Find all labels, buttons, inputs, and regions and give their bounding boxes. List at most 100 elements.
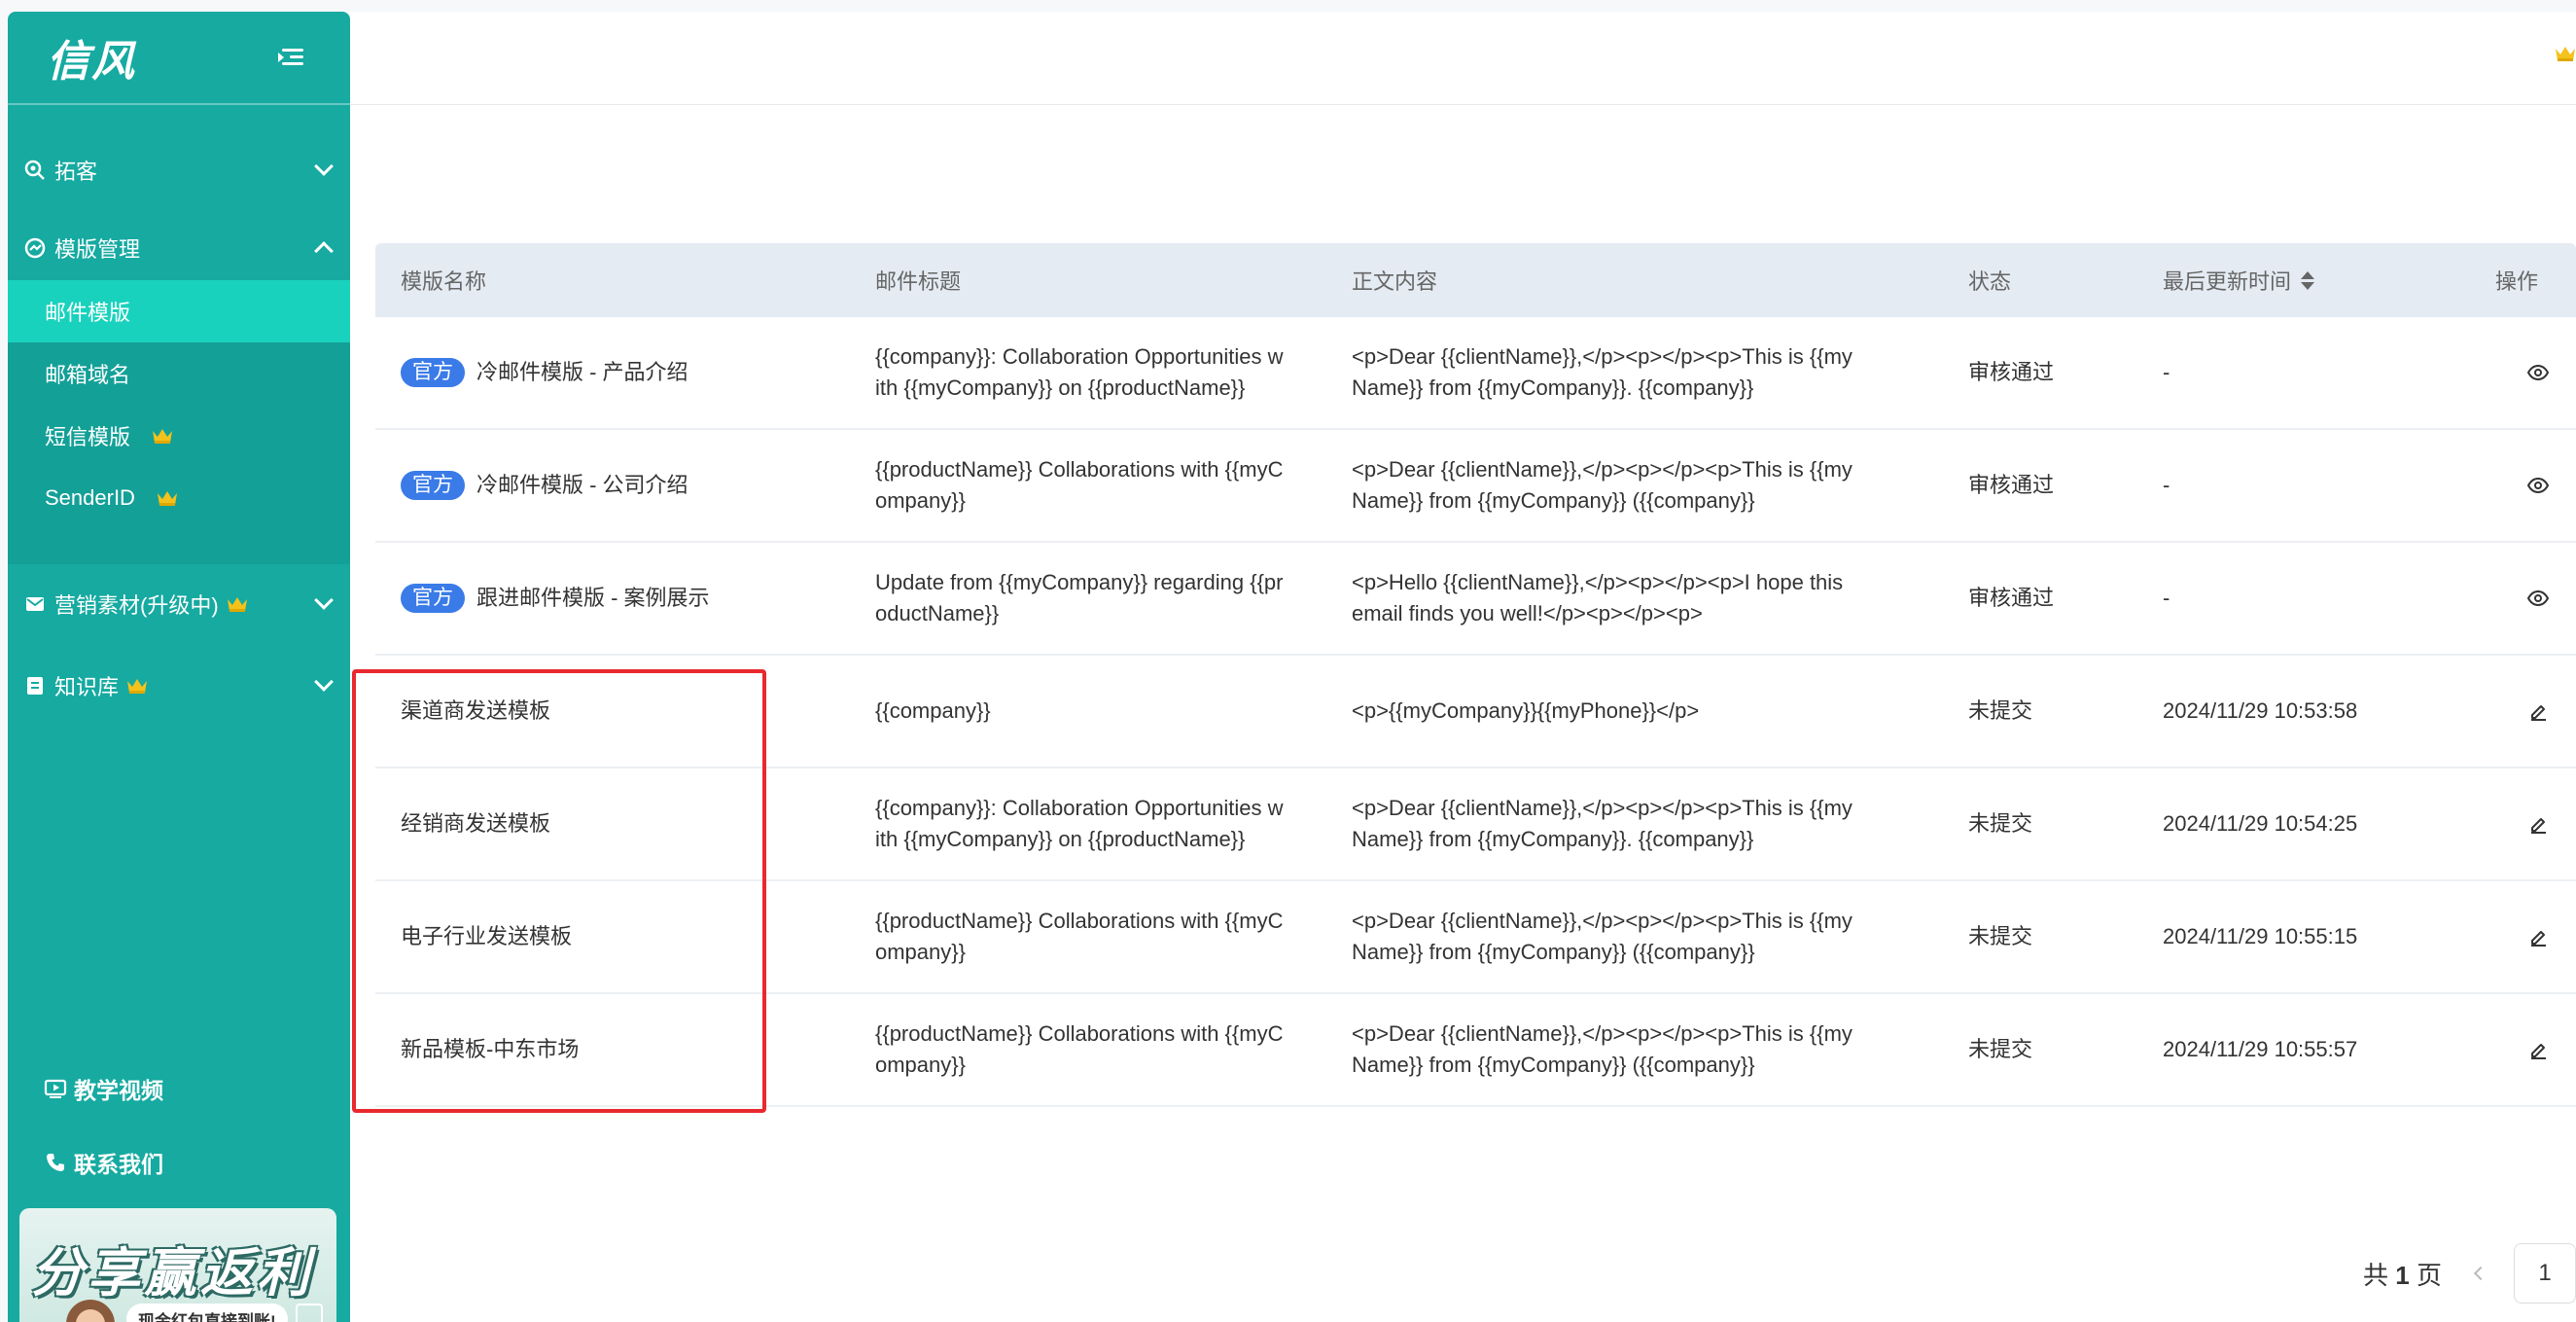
cell-template-name: 新品模板-中东市场 xyxy=(401,1034,848,1065)
pagination: 共 1 页 1 xyxy=(2363,1243,2576,1304)
header-email-subject: 邮件标题 xyxy=(875,269,962,294)
template-submenu: 邮件模版 邮箱域名 短信模版 SenderID xyxy=(8,280,350,564)
cell-action xyxy=(2524,923,2576,950)
menu-label: 知识库 xyxy=(54,675,120,699)
table-row: 新品模板-中东市场 {{productName}} Collaborations … xyxy=(375,994,2576,1107)
tutorial-video-label: 教学视频 xyxy=(74,1078,163,1103)
logo-bar: 信风 xyxy=(8,12,350,105)
submenu-email-domain[interactable]: 邮箱域名 xyxy=(8,342,350,405)
contact-us-label: 联系我们 xyxy=(74,1152,163,1177)
email-template-table: 模版名称 邮件标题 正文内容 状态 最后更新时间 操作 官方 冷邮件模版 - 产品… xyxy=(375,243,2576,1107)
edit-icon[interactable] xyxy=(2524,1036,2552,1063)
cell-status: 未提交 xyxy=(1968,924,2033,948)
knowledge-base-icon xyxy=(23,674,47,697)
table-row: 官方 跟进邮件模版 - 案例展示 Update from {{myCompany}}… xyxy=(375,543,2576,656)
submenu-sms-template[interactable]: 短信模版 xyxy=(8,405,350,467)
cell-body-content: <p>{{myCompany}}{{myPhone}}</p> xyxy=(1352,698,1700,723)
edit-icon[interactable] xyxy=(2524,810,2552,838)
share-rebate-banner[interactable]: 分享赢返利 现金红包直接到账! xyxy=(19,1208,336,1322)
table-body: 官方 冷邮件模版 - 产品介绍 {{company}}: Collaboration… xyxy=(375,317,2576,1107)
crown-icon xyxy=(126,677,148,695)
table-row: 经销商发送模板 {{company}}: Collaboration Opport… xyxy=(375,768,2576,881)
submenu-email-template[interactable]: 邮件模版 xyxy=(8,280,350,342)
logo[interactable]: 信风 xyxy=(47,26,136,89)
edit-icon[interactable] xyxy=(2524,923,2552,950)
submenu-label: 邮件模版 xyxy=(45,301,131,325)
cell-email-subject: {{productName}} Collaborations with {{my… xyxy=(875,1021,1284,1077)
cell-last-updated: 2024/11/29 10:53:58 xyxy=(2163,698,2358,723)
pagination-prefix: 共 xyxy=(2363,1260,2389,1290)
table-row: 官方 冷邮件模版 - 产品介绍 {{company}}: Collaboration… xyxy=(375,317,2576,430)
sort-icon[interactable] xyxy=(2301,270,2315,290)
crown-icon[interactable] xyxy=(2555,45,2576,62)
table-row: 渠道商发送模板 {{company}} <p>{{myCompany}}{{myPh… xyxy=(375,656,2576,768)
cell-action xyxy=(2524,1036,2576,1063)
cell-last-updated: - xyxy=(2163,586,2170,610)
table-row: 官方 冷邮件模版 - 公司介绍 {{productName}} Collaborat… xyxy=(375,430,2576,543)
edit-icon[interactable] xyxy=(2524,697,2552,725)
chevron-left-icon[interactable] xyxy=(2471,1264,2490,1283)
cell-last-updated: 2024/11/29 10:55:15 xyxy=(2163,924,2358,948)
search-customer-icon xyxy=(23,159,47,182)
menu-label: 拓客 xyxy=(54,160,98,184)
cell-status: 未提交 xyxy=(1968,698,2033,723)
menu-group-template-management[interactable]: 模版管理 xyxy=(8,216,350,280)
table-row: 电子行业发送模板 {{productName}} Collaborations w… xyxy=(375,881,2576,994)
gift-icon xyxy=(296,1304,323,1322)
cell-email-subject: {{productName}} Collaborations with {{my… xyxy=(875,909,1284,964)
cell-last-updated: 2024/11/29 10:55:57 xyxy=(2163,1037,2358,1061)
cell-template-name: 经销商发送模板 xyxy=(401,808,848,840)
cell-last-updated: 2024/11/29 10:54:25 xyxy=(2163,811,2358,836)
cell-template-name: 官方 跟进邮件模版 - 案例展示 xyxy=(401,583,848,614)
cell-action xyxy=(2524,810,2576,838)
video-icon xyxy=(43,1076,68,1101)
chevron-down-icon xyxy=(314,157,334,176)
crown-icon xyxy=(152,427,173,445)
top-bar xyxy=(350,12,2576,105)
submenu-sender-id[interactable]: SenderID xyxy=(8,467,350,529)
tutorial-video-link[interactable]: 教学视频 xyxy=(43,1072,163,1105)
submenu-label: SenderID xyxy=(45,485,135,510)
menu-group-knowledge-base[interactable]: 知识库 xyxy=(8,654,350,718)
cell-status: 审核通过 xyxy=(1968,473,2055,497)
sidebar: 信风 拓客 模版管理 邮件模版 邮箱域名 短信模版 SenderID 营销素材(… xyxy=(8,12,350,1322)
view-icon[interactable] xyxy=(2524,359,2552,386)
cell-status: 审核通过 xyxy=(1968,360,2055,384)
pagination-total-pages: 1 xyxy=(2395,1260,2410,1290)
cell-body-content: <p>Dear {{clientName}},</p><p></p><p>Thi… xyxy=(1352,457,1853,513)
menu-group-tuoke[interactable]: 拓客 xyxy=(8,138,350,202)
header-template-name: 模版名称 xyxy=(401,269,487,294)
menu-label: 营销素材(升级中) xyxy=(54,593,219,618)
cell-status: 未提交 xyxy=(1968,811,2033,836)
template-name: 经销商发送模板 xyxy=(401,811,551,836)
cell-status: 未提交 xyxy=(1968,1037,2033,1061)
cell-email-subject: {{productName}} Collaborations with {{my… xyxy=(875,457,1284,513)
official-badge: 官方 xyxy=(401,584,465,613)
cell-body-content: <p>Hello {{clientName}},</p><p></p><p>I … xyxy=(1352,570,1844,625)
cell-action xyxy=(2524,472,2576,499)
cell-email-subject: {{company}}: Collaboration Opportunities… xyxy=(875,796,1284,851)
contact-us-link[interactable]: 联系我们 xyxy=(43,1146,163,1179)
template-icon xyxy=(23,236,47,260)
collapse-sidebar-button[interactable] xyxy=(278,47,303,68)
chevron-down-icon xyxy=(314,672,334,692)
cell-template-name: 官方 冷邮件模版 - 公司介绍 xyxy=(401,470,848,501)
cell-template-name: 官方 冷邮件模版 - 产品介绍 xyxy=(401,357,848,388)
template-name: 跟进邮件模版 - 案例展示 xyxy=(476,586,710,610)
cell-email-subject: {{company}} xyxy=(875,698,991,723)
submenu-label: 邮箱域名 xyxy=(45,363,131,387)
cell-action xyxy=(2524,359,2576,386)
view-icon[interactable] xyxy=(2524,472,2552,499)
menu-group-marketing-material[interactable]: 营销素材(升级中) xyxy=(8,572,350,636)
header-last-updated[interactable]: 最后更新时间 xyxy=(2163,265,2315,296)
view-icon[interactable] xyxy=(2524,585,2552,612)
promo-title: 分享赢返利 xyxy=(31,1244,313,1303)
chevron-up-icon xyxy=(314,241,334,261)
template-name: 新品模板-中东市场 xyxy=(401,1037,580,1061)
pagination-page-1[interactable]: 1 xyxy=(2514,1243,2576,1304)
template-name: 冷邮件模版 - 公司介绍 xyxy=(476,473,688,497)
crown-icon xyxy=(157,489,178,507)
cell-email-subject: {{company}}: Collaboration Opportunities… xyxy=(875,344,1284,400)
template-name: 渠道商发送模板 xyxy=(401,698,551,723)
cell-action xyxy=(2524,697,2576,725)
